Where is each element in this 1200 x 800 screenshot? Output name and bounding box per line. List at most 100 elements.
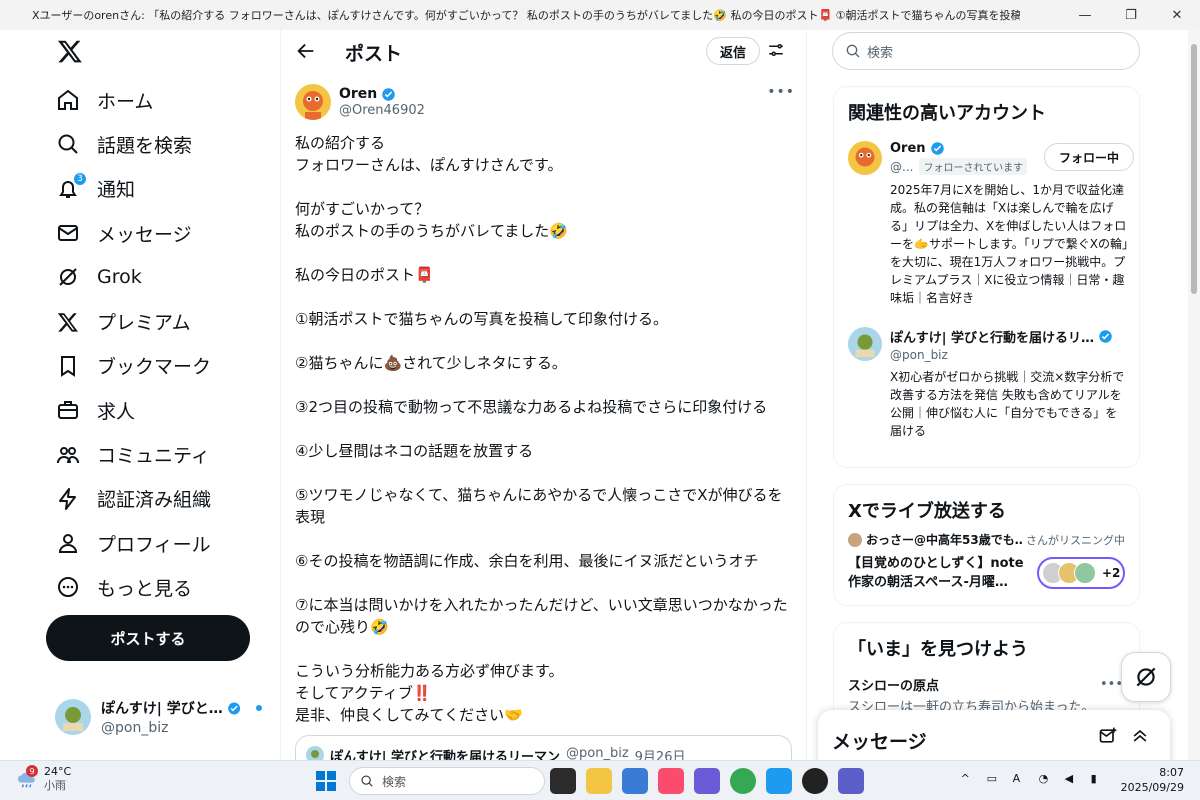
related-account[interactable]: ぽんすけ| 学びと行動を届けるリ… @pon_biz X初心者がゼロから挑戦｜交… <box>848 327 1128 440</box>
avatar <box>1074 562 1096 584</box>
sidebar-item-messages[interactable]: メッセージ <box>45 211 281 255</box>
quoted-tweet[interactable]: ぽんすけ| 学びと行動を届けるリーマン @pon_biz 9月26日 <box>295 735 792 760</box>
tweet-author[interactable]: Oren @Oren46902 ••• <box>295 82 795 122</box>
tweet-line <box>295 528 795 550</box>
keyboard-icon[interactable]: ▭ <box>987 772 1003 788</box>
m365-icon[interactable] <box>694 768 720 794</box>
sidebar-nav: ホーム 話題を検索 3 通知 メッセージ Grok プレミアム ブックマーク 求… <box>45 30 281 760</box>
post-button[interactable]: ポストする <box>46 615 250 661</box>
music-icon[interactable] <box>658 768 684 794</box>
avatar <box>306 746 324 760</box>
grok-floating-button[interactable] <box>1121 652 1171 702</box>
tweet-line: 私の今日のポスト📮 <box>295 266 434 284</box>
sidebar-item-grok[interactable]: Grok <box>45 255 281 299</box>
sidebar-item-bookmarks[interactable]: ブックマーク <box>45 344 281 388</box>
minimize-icon[interactable]: — <box>1062 0 1108 30</box>
taskview-icon[interactable] <box>550 768 576 794</box>
following-button[interactable]: フォロー中 <box>1044 143 1134 171</box>
chrome-icon[interactable] <box>730 768 756 794</box>
bell-icon: 3 <box>55 171 87 202</box>
avatar[interactable] <box>848 141 882 175</box>
twitter-app-icon[interactable] <box>766 768 792 794</box>
clock[interactable]: 8:07 2025/09/29 <box>1121 765 1184 795</box>
listener-count: +2 <box>1102 566 1121 580</box>
more-circle-icon <box>55 574 81 600</box>
sidebar-item-label: 通知 <box>97 179 136 202</box>
battery-icon[interactable]: ▮ <box>1091 772 1107 788</box>
taskbar-search[interactable]: 検索 <box>349 767 545 795</box>
ime-icon[interactable]: A <box>1013 772 1029 788</box>
taskbar: 9 24°C 小雨 検索 ^ ▭ A ◔ ◀ ▮ 8:07 2025/09/29 <box>0 760 1200 800</box>
follows-you-badge: フォローされています <box>919 158 1028 175</box>
scrollbar-thumb[interactable] <box>1191 44 1197 294</box>
sidebar-item-notifications[interactable]: 3 通知 <box>45 167 281 211</box>
more-options-icon[interactable]: ••• <box>767 84 795 100</box>
chevron-up-icon[interactable]: ^ <box>961 772 977 788</box>
avatar <box>848 532 862 547</box>
tweet-line: そしてアクティブ‼️ <box>295 684 432 702</box>
x-logo-icon[interactable] <box>57 38 83 64</box>
tweet-body: 私の紹介する フォロワーさんは、ぽんすけさんです。 何がすごいかって？ 私のポス… <box>295 132 795 726</box>
section-title: 関連性の高いアカウント <box>848 103 1046 124</box>
wifi-icon[interactable]: ◔ <box>1039 772 1055 788</box>
sidebar-item-label: プロフィール <box>97 533 211 556</box>
sidebar-item-home[interactable]: ホーム <box>45 78 281 122</box>
space-title[interactable]: 【目覚めのひとしずく】note作家の朝活スペース-月曜… <box>848 554 1028 592</box>
back-arrow-icon[interactable] <box>295 40 317 62</box>
sidebar-item-communities[interactable]: コミュニティ <box>45 432 281 476</box>
more-options-icon[interactable]: ••• <box>1100 677 1123 692</box>
windows-start-icon[interactable] <box>316 771 336 791</box>
tweet-line: こういう分析能力ある方必ず伸びます。 <box>295 662 564 680</box>
home-icon <box>55 87 81 113</box>
clock-date: 2025/09/29 <box>1120 781 1184 794</box>
weather-widget[interactable]: 9 24°C 小雨 <box>16 765 71 793</box>
quote-author-handle: @pon_biz <box>566 746 629 760</box>
quote-date: 9月26日 <box>634 750 686 760</box>
sidebar-item-premium[interactable]: プレミアム <box>45 299 281 343</box>
post-detail-column: ポスト 返信 Oren @Oren46902 ••• 私の紹介する フォロワーさ… <box>280 30 807 760</box>
sidebar-item-more[interactable]: もっと見る <box>45 565 281 609</box>
settings-sliders-icon[interactable] <box>767 41 785 59</box>
sidebar-item-label: 求人 <box>97 400 136 423</box>
account-name: ぽんすけ| 学びと… <box>101 701 223 717</box>
tweet-line: 私のポストの手のうちがバレてました🤣 <box>295 222 568 240</box>
restore-icon[interactable]: ❐ <box>1108 0 1154 30</box>
reply-button[interactable]: 返信 <box>706 37 760 65</box>
close-icon[interactable]: ✕ <box>1154 0 1200 30</box>
notification-badge: 3 <box>73 171 87 186</box>
file-explorer-icon[interactable] <box>586 768 612 794</box>
volume-icon[interactable]: ◀ <box>1065 772 1081 788</box>
sidebar-item-label: プレミアム <box>97 312 191 335</box>
podcast-icon[interactable] <box>802 768 828 794</box>
community-icon <box>55 442 81 468</box>
search-input[interactable]: 検索 <box>832 32 1140 70</box>
tweet-line <box>295 638 795 660</box>
space-join-button[interactable]: +2 <box>1037 557 1125 589</box>
sidebar-item-jobs[interactable]: 求人 <box>45 388 281 432</box>
sidebar-item-label: コミュニティ <box>97 445 210 468</box>
tweet-line <box>295 176 795 198</box>
expand-chevron-icon[interactable] <box>1130 726 1150 746</box>
profile-icon <box>55 530 81 556</box>
weather-desc: 小雨 <box>44 779 66 792</box>
sidebar-item-explore[interactable]: 話題を検索 <box>45 122 281 166</box>
avatar[interactable] <box>295 84 331 120</box>
scrollbar[interactable] <box>1188 30 1200 760</box>
related-account[interactable]: Oren @... フォローされています フォロー中 2025年7月にXを開始し… <box>848 141 1134 307</box>
status-dot <box>256 705 262 711</box>
cloud-rain-icon: 9 <box>16 765 38 790</box>
tweet-line <box>295 242 795 264</box>
sidebar-item-profile[interactable]: プロフィール <box>45 521 281 565</box>
x-premium-icon <box>55 309 81 335</box>
right-sidebar: 検索 関連性の高いアカウント Oren @... フォローされています フォロー… <box>832 30 1142 760</box>
store-icon[interactable] <box>622 768 648 794</box>
messages-drawer[interactable]: メッセージ <box>818 710 1170 760</box>
new-message-icon[interactable] <box>1098 726 1118 746</box>
teams-icon[interactable] <box>838 768 864 794</box>
avatar[interactable] <box>848 327 882 361</box>
space-status: さんがリスニング中 <box>1026 533 1125 547</box>
trend-item[interactable]: スシローの原点 スシローは一軒の立ち寿司から始まった。 ••• <box>848 675 1125 715</box>
account-switcher[interactable]: ぽんすけ| 学びと… @pon_biz <box>55 695 270 739</box>
column-header: ポスト 返信 <box>281 30 806 74</box>
sidebar-item-verified-orgs[interactable]: 認証済み組織 <box>45 477 281 521</box>
